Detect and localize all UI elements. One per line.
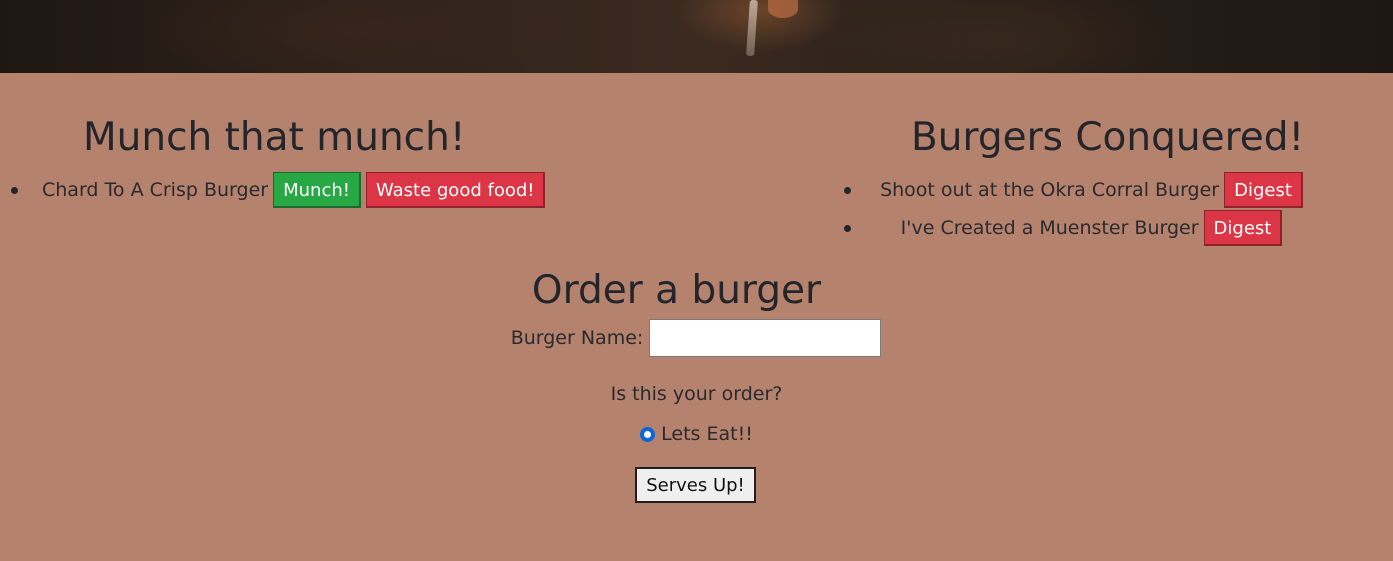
skewer-decoration bbox=[746, 0, 758, 57]
lets-eat-radio[interactable] bbox=[640, 426, 656, 442]
list-item: Shoot out at the Okra Corral Burger Dige… bbox=[790, 171, 1393, 209]
burger-name: I've Created a Muenster Burger bbox=[900, 217, 1199, 239]
eaten-burgers-list: Shoot out at the Okra Corral Burger Dige… bbox=[790, 171, 1393, 247]
burger-name-row: Burger Name: bbox=[0, 319, 1393, 357]
digest-button[interactable]: Digest bbox=[1224, 172, 1303, 208]
bullet-icon bbox=[844, 225, 851, 232]
waste-food-button[interactable]: Waste good food! bbox=[365, 172, 546, 208]
list-item-content: I've Created a Muenster Burger Digest bbox=[790, 210, 1393, 246]
list-item: Chard To A Crisp Burger Munch! Waste goo… bbox=[0, 171, 546, 209]
bullet-icon bbox=[11, 187, 18, 194]
eaten-burgers-heading: Burgers Conquered! bbox=[911, 115, 1305, 160]
food-decoration bbox=[768, 0, 798, 18]
burger-name: Chard To A Crisp Burger bbox=[42, 179, 269, 201]
hero-banner-image bbox=[0, 0, 1393, 73]
serves-up-button[interactable]: Serves Up! bbox=[635, 467, 756, 503]
order-question: Is this your order? bbox=[610, 383, 783, 405]
order-form: Order a burger Burger Name: Is this your… bbox=[0, 265, 1393, 503]
list-item-content: Shoot out at the Okra Corral Burger Dige… bbox=[790, 172, 1393, 208]
munch-button[interactable]: Munch! bbox=[273, 172, 361, 208]
uneaten-burgers-heading: Munch that munch! bbox=[83, 115, 466, 160]
digest-button[interactable]: Digest bbox=[1203, 210, 1283, 246]
burger-name-label: Burger Name: bbox=[510, 327, 644, 349]
order-heading: Order a burger bbox=[531, 268, 822, 313]
uneaten-burgers-list: Chard To A Crisp Burger Munch! Waste goo… bbox=[0, 171, 546, 209]
radio-row: Lets Eat!! bbox=[0, 421, 1393, 447]
bullet-icon bbox=[844, 187, 851, 194]
lets-eat-label[interactable]: Lets Eat!! bbox=[661, 423, 753, 445]
list-item: I've Created a Muenster Burger Digest bbox=[790, 209, 1393, 247]
burger-name: Shoot out at the Okra Corral Burger bbox=[880, 179, 1220, 201]
burger-name-input[interactable] bbox=[649, 319, 882, 357]
